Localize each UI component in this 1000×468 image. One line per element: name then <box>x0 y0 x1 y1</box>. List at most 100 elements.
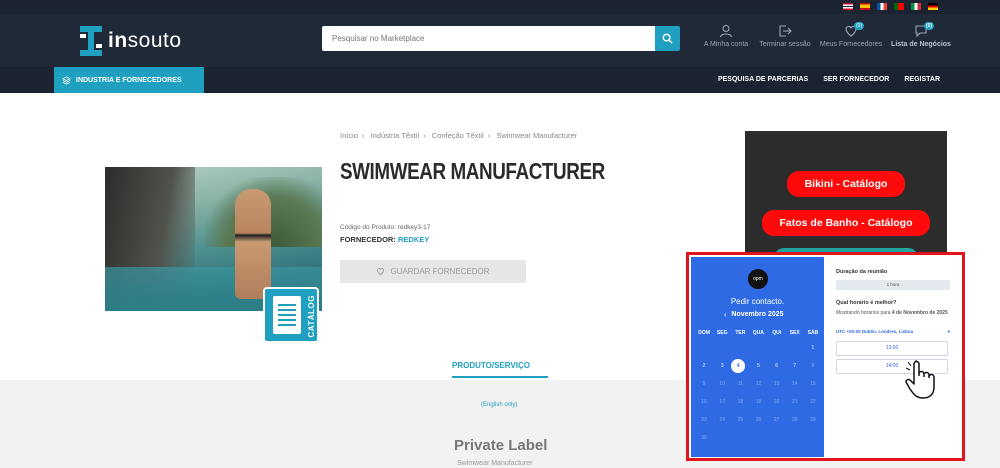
calendar-weekdays: DOM SEG TER QUA QUI SEX SÁB <box>698 330 819 336</box>
fr-flag[interactable] <box>877 3 887 10</box>
calendar-day[interactable]: 26 <box>749 417 767 423</box>
my-suppliers-link[interactable]: (0) Meus Fornecedores <box>818 22 884 56</box>
calendar-week: 9 10 11 12 13 14 15 <box>695 375 822 393</box>
supplier-link[interactable]: REDKEY <box>398 235 429 244</box>
supplier-label: FORNECEDOR: <box>340 235 396 244</box>
time-slot-1300[interactable]: 13:00 <box>836 341 948 356</box>
hand-pointer-icon <box>905 360 935 399</box>
time-slot-panel: Duração da reunião 1 hora Qual horário é… <box>836 257 961 457</box>
my-account-link[interactable]: A Minha conta <box>702 24 750 56</box>
private-label-subheading: Swimwear Manufacturer <box>457 460 533 467</box>
en-flag[interactable] <box>843 3 853 10</box>
catalog-badge-label: CATÁLOG <box>307 295 316 338</box>
logout-label: Terminar sessão <box>759 41 811 48</box>
language-flags <box>843 3 938 10</box>
calendar-day[interactable]: 22 <box>804 399 822 405</box>
calendar-day[interactable]: 15 <box>804 381 822 387</box>
save-supplier-button[interactable]: GUARDAR FORNECEDOR <box>340 260 526 283</box>
calendar-day[interactable]: 12 <box>749 381 767 387</box>
calendar-day[interactable]: 17 <box>713 399 731 405</box>
private-label-heading: Private Label <box>454 437 548 454</box>
breadcrumb-textile-industry[interactable]: Indústria Têxtil <box>371 131 420 140</box>
my-suppliers-label: Meus Fornecedores <box>819 41 883 48</box>
nav-register[interactable]: REGISTAR <box>904 76 940 83</box>
calendar-day[interactable]: 3 <box>713 363 731 369</box>
tab-product-service[interactable]: PRODUTO/SERVIÇO <box>452 361 530 370</box>
site-logo[interactable]: insouto <box>80 26 182 56</box>
duration-label: Duração da reunião <box>836 269 888 275</box>
main-navbar: INDUSTRIA E FORNECEDORES PESQUISA DE PAR… <box>0 67 1000 93</box>
search-icon <box>662 33 673 44</box>
calendar-day[interactable]: 8 <box>804 363 822 369</box>
calendar-day[interactable]: 27 <box>768 417 786 423</box>
calendar-day[interactable]: 1 <box>804 345 822 351</box>
calendar-day[interactable]: 2 <box>695 363 713 369</box>
english-only-note: (English only) <box>481 402 518 408</box>
calendar-day[interactable]: 7 <box>786 363 804 369</box>
time-question: Qual horário é melhor? <box>836 300 897 306</box>
logout-icon <box>779 25 792 37</box>
swimsuit-catalog-button[interactable]: Fatos de Banho - Catálogo <box>762 210 930 236</box>
logo-text: insouto <box>108 29 182 52</box>
calendar-panel: opm Pedir contacto. ‹ Novembro 2025 DOM S… <box>691 257 824 457</box>
pt-flag[interactable] <box>894 3 904 10</box>
search-button[interactable] <box>655 26 680 51</box>
active-tab-indicator <box>452 376 548 378</box>
calendar-day[interactable]: 20 <box>768 399 786 405</box>
business-list-link[interactable]: (0) Lista de Negócios <box>890 22 952 56</box>
calendar-day[interactable]: 14 <box>786 381 804 387</box>
breadcrumb-textile-confection[interactable]: Confeção Têxtil <box>432 131 484 140</box>
navbar-links: PESQUISA DE PARCERIAS SER FORNECEDOR REG… <box>718 76 940 83</box>
calendar-day[interactable]: 6 <box>768 363 786 369</box>
catalog-badge[interactable]: CATÁLOG <box>263 287 319 343</box>
nav-become-supplier[interactable]: SER FORNECEDOR <box>823 76 889 83</box>
calendar-day[interactable]: 10 <box>713 381 731 387</box>
nav-partnership-search[interactable]: PESQUISA DE PARCERIAS <box>718 76 808 83</box>
calendar-day[interactable]: 28 <box>786 417 804 423</box>
industry-suppliers-label: INDUSTRIA E FORNECEDORES <box>76 76 182 84</box>
timezone-select[interactable]: UTC +00:00 Dublin, Londres, Lisboa ▾ <box>836 329 950 335</box>
calendar-day[interactable]: 4 <box>731 359 746 373</box>
product-title: SWIMWEAR MANUFACTURER <box>340 158 605 184</box>
calendar-day[interactable]: 21 <box>786 399 804 405</box>
calendar-grid: DOM SEG TER QUA QUI SEX SÁB 1 2 3 4 5 6 7 8 9 10 11 12 13 1… <box>695 327 822 447</box>
breadcrumb: Início › Indústria Têxtil › Confeção Têxti… <box>340 131 578 140</box>
calendar-week: 23 24 25 26 27 28 29 <box>695 411 822 429</box>
duration-select[interactable]: 1 hora <box>836 280 950 290</box>
calendar-week: 1 <box>695 339 822 357</box>
industry-suppliers-button[interactable]: INDUSTRIA E FORNECEDORES <box>54 67 204 93</box>
calendar-day[interactable]: 5 <box>749 363 767 369</box>
logo-icon <box>80 26 102 56</box>
search-input[interactable] <box>322 26 655 51</box>
de-flag[interactable] <box>928 3 938 10</box>
calendar-day[interactable]: 9 <box>695 381 713 387</box>
calendar-day[interactable]: 11 <box>731 381 749 387</box>
suppliers-count-badge: (0) <box>854 22 865 30</box>
calendar-week: 2345678 <box>695 357 822 375</box>
language-bar <box>0 0 1000 14</box>
bikini-catalog-button[interactable]: Bikini - Catálogo <box>787 171 905 197</box>
breadcrumb-home[interactable]: Início <box>340 131 358 140</box>
breadcrumb-current: Swimwear Manufacturer <box>496 131 578 140</box>
calendar-week: 16 17 18 19 20 21 22 <box>695 393 822 411</box>
calendar-day[interactable]: 30 <box>695 435 713 441</box>
showing-times-text: Mostrando horários para 4 de Novembro de… <box>836 310 948 316</box>
es-flag[interactable] <box>860 3 870 10</box>
calendar-day[interactable]: 23 <box>695 417 713 423</box>
product-code-value: redkey3-17 <box>397 224 431 231</box>
calendar-day[interactable]: 25 <box>731 417 749 423</box>
booking-title: Pedir contacto. <box>730 297 785 306</box>
calendar-day[interactable]: 16 <box>695 399 713 405</box>
calendar-week: 30 <box>695 429 822 447</box>
calendar-day[interactable]: 19 <box>749 399 767 405</box>
product-code: Código do Produto: redkey3-17 <box>340 224 430 231</box>
logout-link[interactable]: Terminar sessão <box>757 24 813 56</box>
it-flag[interactable] <box>911 3 921 10</box>
calendar-day[interactable]: 29 <box>804 417 822 423</box>
layers-icon <box>62 75 71 85</box>
calendar-day[interactable]: 24 <box>713 417 731 423</box>
calendar-day[interactable]: 18 <box>731 399 749 405</box>
site-header: insouto A Minha conta Terminar sessão (0… <box>0 14 1000 67</box>
user-icon <box>719 24 733 38</box>
calendar-day[interactable]: 13 <box>768 381 786 387</box>
